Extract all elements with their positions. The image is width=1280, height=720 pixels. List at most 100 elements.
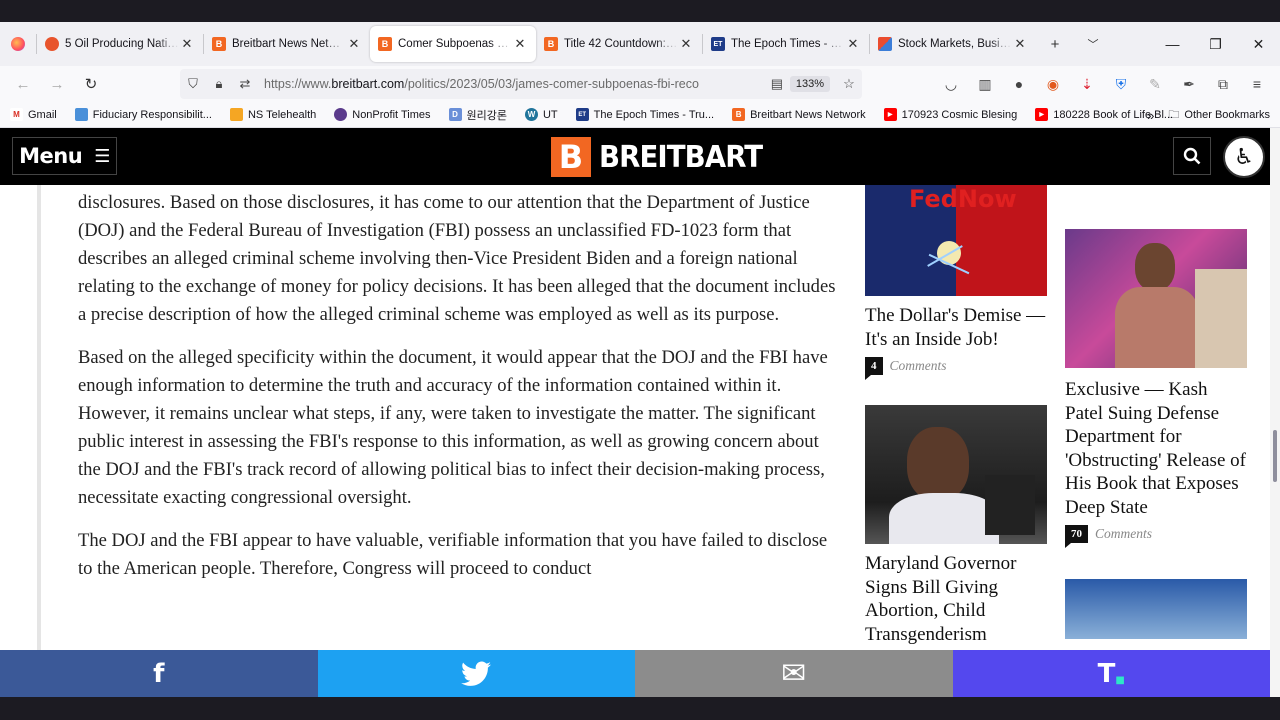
search-button[interactable] [1173,137,1211,175]
bookmark-favicon-icon [74,108,88,121]
firefox-icon[interactable] [0,22,36,66]
tab-close-icon[interactable]: ✕ [512,36,528,52]
close-window-icon[interactable]: ✕ [1237,22,1280,66]
folder-icon: 🗀 [1168,108,1180,121]
accessibility-button[interactable]: ♿︎ [1223,136,1265,178]
tab-close-icon[interactable]: ✕ [346,36,362,52]
permissions-icon[interactable]: ⇄ [232,76,258,92]
tab-favicon-icon [45,37,59,51]
card-title[interactable]: Maryland Governor Signs Bill Giving Abor… [865,552,1047,646]
card-title[interactable]: Exclusive — Kash Patel Suing Defense Dep… [1065,378,1247,519]
scrollbar-thumb[interactable] [1273,430,1277,482]
url-bar[interactable]: ⛉ 🔒︎ ⇄ https://www.breitbart.com/politic… [180,69,862,99]
tab-close-icon[interactable]: ✕ [845,36,861,52]
fednow-thumbnail[interactable]: FedNow [865,185,1047,296]
tab-favicon-icon: ET [711,37,725,51]
truth-social-icon: T [1097,658,1116,689]
tab-favicon-icon [878,37,892,51]
lock-icon[interactable]: 🔒︎ [206,76,232,92]
other-bookmarks[interactable]: Other Bookmarks [1184,109,1270,121]
tab-3[interactable]: B Title 42 Countdown: M ✕ [536,26,702,62]
sidebar-column-1: FedNow The Dollar's Demise — It's an Ins… [865,185,1047,646]
article-paragraph: The DOJ and the FBI appear to have valua… [78,530,828,579]
tab-close-icon[interactable]: ✕ [179,36,195,52]
extensions-puzzle-icon[interactable]: ⧉ [1206,69,1240,99]
web-page: disclosures. Based on those disclosures,… [0,128,1280,697]
list-tabs-chevron-icon[interactable]: ﹀ [1074,22,1112,66]
comment-count[interactable]: 70 Comments [1065,525,1247,548]
twitter-share-button[interactable] [317,650,635,697]
bookmark-item[interactable]: D 원리강론 [439,107,515,123]
tab-favicon-icon: B [544,37,558,51]
bookmark-item[interactable]: ET The Epoch Times - Tru... [566,108,722,121]
tab-5[interactable]: Stock Markets, Busines ✕ [870,26,1036,62]
bookmarks-bar: M Gmail Fiduciary Responsibilit... NS Tel… [0,102,1280,128]
bookmark-item[interactable]: B Breitbart News Network [722,108,874,121]
pocket-icon[interactable]: ◡ [934,69,968,99]
sidebar-icon[interactable]: ▥ [968,69,1002,99]
extension-save-icon[interactable]: ⇣ [1070,69,1104,99]
truth-social-share-button[interactable]: T ■ [952,650,1270,697]
bookmark-favicon-icon: B [732,108,746,121]
breitbart-logo[interactable]: B BREITBART [551,137,776,177]
url-text[interactable]: https://www.breitbart.com/politics/2023/… [258,77,764,91]
tab-1[interactable]: B Breitbart News Network ✕ [204,26,370,62]
bookmark-star-icon[interactable]: ☆ [836,76,862,92]
extension-shield-icon[interactable]: ⛨ [1104,69,1138,99]
os-bottom-strip [0,697,1280,720]
minimize-icon[interactable]: — [1151,22,1194,66]
kash-patel-thumbnail[interactable] [1065,229,1247,368]
zoom-level[interactable]: 133% [789,76,830,92]
facebook-share-button[interactable]: f [0,650,318,697]
bookmark-item[interactable]: NS Telehealth [220,108,324,121]
bookmark-item[interactable]: M Gmail [0,108,65,121]
bookmark-item[interactable]: NonProfit Times [324,108,438,121]
new-tab-plus-icon[interactable]: + [1036,22,1074,66]
bookmark-item[interactable]: Fiduciary Responsibilit... [65,108,220,121]
restore-icon[interactable]: ❐ [1194,22,1237,66]
tab-close-icon[interactable]: ✕ [1012,36,1028,52]
bookmark-item[interactable]: ▶ 170923 Cosmic Blesing [874,108,1026,121]
account-icon[interactable]: ● [1002,69,1036,99]
article-thumbnail[interactable] [1065,579,1247,639]
bookmark-favicon-icon: ET [575,108,589,121]
accessibility-icon: ♿︎ [1234,144,1254,169]
nav-bar: ← → ↻ ⛉ 🔒︎ ⇄ https://www.breitbart.com/p… [0,66,1280,102]
tab-close-icon[interactable]: ✕ [678,36,694,52]
sidebar-column-2: Exclusive — Kash Patel Suing Defense Dep… [1065,185,1247,639]
tab-2[interactable]: B Comer Subpoenas FBI ✕ [370,26,536,62]
menu-button[interactable]: Menu ☰ [12,137,117,175]
bookmark-favicon-icon [334,108,348,121]
tab-label: Stock Markets, Busines [898,38,1012,50]
tab-0[interactable]: 5 Oil Producing Nations ✕ [37,26,203,62]
twitter-icon [461,661,492,686]
page-scrollbar[interactable] [1270,128,1280,697]
bookmark-item[interactable]: W UT [515,108,566,121]
comment-bubble: 70 [1065,525,1088,548]
gmail-icon: M [10,108,23,121]
tab-4[interactable]: ET The Epoch Times - Trut ✕ [703,26,869,62]
app-menu-icon[interactable]: ≡ [1240,69,1274,99]
governor-photo-thumbnail[interactable] [865,405,1047,544]
comment-count[interactable]: 4 Comments [865,357,1047,380]
card-title[interactable]: The Dollar's Demise — It's an Inside Job… [865,304,1047,351]
article-paragraph: Based on the alleged specificity within … [78,347,828,508]
comment-bubble: 4 [865,357,883,380]
article-paragraph: disclosures. Based on those disclosures,… [78,192,836,325]
tab-favicon-icon: B [378,37,392,51]
back-arrow-icon[interactable]: ← [6,69,40,99]
shield-icon[interactable]: ⛉ [180,76,206,92]
tab-label: Title 42 Countdown: M [564,38,678,50]
more-bookmarks-chevron-icon[interactable]: » [1147,108,1154,123]
email-share-button[interactable]: ✉ [635,650,953,697]
forward-arrow-icon[interactable]: → [40,69,74,99]
extension-brave-icon[interactable]: ◉ [1036,69,1070,99]
article-body: disclosures. Based on those disclosures,… [78,189,838,598]
extension-pen-icon[interactable]: ✒ [1172,69,1206,99]
extension-puzzle-grey-icon[interactable]: ✎ [1138,69,1172,99]
thumb-caption: FedNow [909,185,1017,213]
reader-view-icon[interactable]: ▤ [764,76,790,92]
tab-label: 5 Oil Producing Nations [65,38,179,50]
tab-label: Comer Subpoenas FBI [398,38,512,50]
reload-icon[interactable]: ↻ [74,69,108,99]
